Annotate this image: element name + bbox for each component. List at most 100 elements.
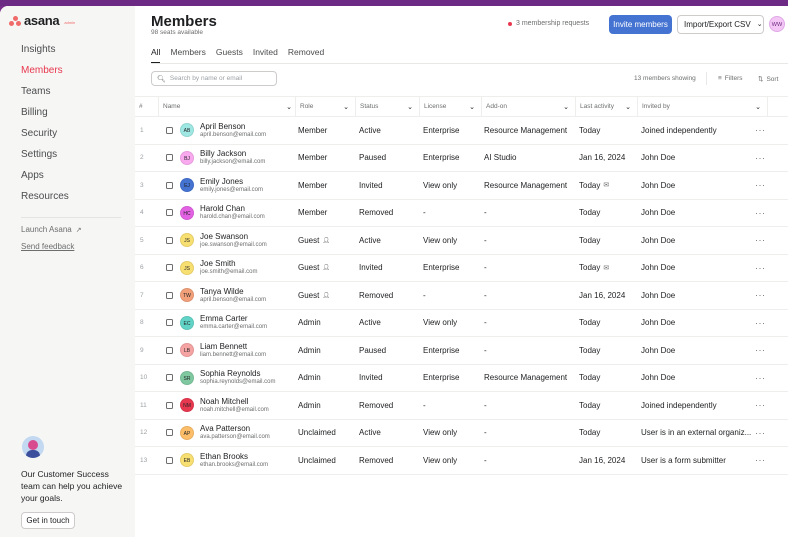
more-actions-icon[interactable]: ··· [755,337,775,364]
row-checkbox[interactable] [166,255,176,282]
table-row[interactable]: 2 BJ Billy Jackson billy.jackson@email.com M… [135,145,788,172]
member-role[interactable]: Unclaimed [298,447,358,474]
member-name-cell[interactable]: Joe Swanson joe.swanson@email.com [200,227,295,254]
get-in-touch-button[interactable]: Get in touch [21,512,75,529]
column-header-status[interactable]: Status ⌄ [355,97,419,116]
asana-logo[interactable]: asana admin [9,13,75,28]
member-addon[interactable]: - [484,255,579,282]
search-box[interactable]: 🔍︎ [151,71,277,86]
member-role[interactable]: Member [298,200,358,227]
more-actions-icon[interactable]: ··· [755,310,775,337]
row-checkbox[interactable] [166,145,176,172]
member-license[interactable]: - [423,392,483,419]
member-name-cell[interactable]: Ava Patterson ava.patterson@email.com [200,420,295,447]
row-checkbox[interactable] [166,200,176,227]
member-addon[interactable]: - [484,282,579,309]
more-actions-icon[interactable]: ··· [755,200,775,227]
member-addon[interactable]: - [484,310,579,337]
member-role[interactable]: Member [298,117,358,144]
member-license[interactable]: Enterprise [423,365,483,392]
member-role[interactable]: Unclaimed [298,420,358,447]
member-name-cell[interactable]: April Benson april.benson@email.com [200,117,295,144]
more-actions-icon[interactable]: ··· [755,227,775,254]
sidebar-item-security[interactable]: Security [0,123,135,144]
more-actions-icon[interactable]: ··· [755,365,775,392]
table-row[interactable]: 6 JS Joe Smith joe.smith@email.com Guest 👤︎ In… [135,255,788,282]
filters-button[interactable]: ≡ Filters [718,75,743,82]
member-role[interactable]: Guest 👤︎ [298,282,358,309]
tab-removed[interactable]: Removed [288,46,324,64]
more-actions-icon[interactable]: ··· [755,255,775,282]
row-checkbox[interactable] [166,337,176,364]
member-license[interactable]: View only [423,172,483,199]
member-name-cell[interactable]: Ethan Brooks ethan.brooks@email.com [200,447,295,474]
member-license[interactable]: View only [423,227,483,254]
table-row[interactable]: 7 TW Tanya Wilde april.benson@email.com Gues… [135,282,788,310]
tab-guests[interactable]: Guests [216,46,243,64]
membership-requests-link[interactable]: 3 membership requests [508,20,589,27]
column-header-addon[interactable]: Add-on ⌄ [481,97,575,116]
user-avatar[interactable]: WW [769,16,785,32]
column-header-license[interactable]: License ⌄ [419,97,481,116]
member-addon[interactable]: - [484,227,579,254]
column-header-invited[interactable]: Invited by ⌄ [637,97,767,116]
member-name-cell[interactable]: Emma Carter emma.carter@email.com [200,310,295,337]
member-addon[interactable]: Resource Management [484,365,579,392]
member-license[interactable]: Enterprise [423,337,483,364]
member-addon[interactable]: - [484,420,579,447]
table-row[interactable]: 3 EJ Emily Jones emily.jones@email.com Membe… [135,172,788,200]
table-row[interactable]: 8 EC Emma Carter emma.carter@email.com Admin… [135,310,788,337]
row-checkbox[interactable] [166,392,176,419]
member-license[interactable]: View only [423,420,483,447]
member-license[interactable]: Enterprise [423,255,483,282]
member-name-cell[interactable]: Billy Jackson billy.jackson@email.com [200,145,295,172]
member-name-cell[interactable]: Harold Chan harold.chan@email.com [200,200,295,227]
member-role[interactable]: Admin [298,337,358,364]
table-row[interactable]: 5 JS Joe Swanson joe.swanson@email.com Guest… [135,227,788,255]
member-role[interactable]: Admin [298,310,358,337]
member-license[interactable]: - [423,282,483,309]
more-actions-icon[interactable]: ··· [755,282,775,309]
search-input[interactable] [169,75,275,82]
table-row[interactable]: 13 EB Ethan Brooks ethan.brooks@email.com Un… [135,447,788,475]
sidebar-item-insights[interactable]: Insights [0,39,135,60]
tab-invited[interactable]: Invited [253,46,278,64]
member-addon[interactable]: - [484,392,579,419]
more-actions-icon[interactable]: ··· [755,447,775,474]
row-checkbox[interactable] [166,310,176,337]
more-actions-icon[interactable]: ··· [755,145,775,172]
member-role[interactable]: Admin [298,392,358,419]
row-checkbox[interactable] [166,420,176,447]
member-role[interactable]: Admin [298,365,358,392]
table-row[interactable]: 1 AB April Benson april.benson@email.com Mem… [135,117,788,145]
row-checkbox[interactable] [166,282,176,309]
column-header-activity[interactable]: Last activity ⌄ [575,97,637,116]
table-row[interactable]: 12 AP Ava Patterson ava.patterson@email.com… [135,420,788,447]
member-addon[interactable]: Resource Management [484,117,579,144]
tab-members[interactable]: Members [170,46,205,64]
member-name-cell[interactable]: Noah Mitchell noah.mitchell@email.com [200,392,295,419]
row-checkbox[interactable] [166,447,176,474]
member-name-cell[interactable]: Liam Bennett liam.bennett@email.com [200,337,295,364]
more-actions-icon[interactable]: ··· [755,420,775,447]
sidebar-item-resources[interactable]: Resources [0,186,135,207]
invite-members-button[interactable]: Invite members [609,15,672,34]
import-export-csv-button[interactable]: Import/Export CSV ⌄ [677,15,764,34]
more-actions-icon[interactable]: ··· [755,392,775,419]
member-name-cell[interactable]: Joe Smith joe.smith@email.com [200,255,295,282]
member-role[interactable]: Guest 👤︎ [298,227,358,254]
sidebar-item-apps[interactable]: Apps [0,165,135,186]
sort-button[interactable]: ⇅ Sort [758,75,778,84]
more-actions-icon[interactable]: ··· [755,172,775,199]
table-row[interactable]: 10 SR Sophia Reynolds sophia.reynolds@email… [135,365,788,392]
sidebar-item-teams[interactable]: Teams [0,81,135,102]
member-license[interactable]: - [423,200,483,227]
more-actions-icon[interactable]: ··· [755,117,775,144]
member-role[interactable]: Member [298,172,358,199]
member-role[interactable]: Guest 👤︎ [298,255,358,282]
row-checkbox[interactable] [166,172,176,199]
row-checkbox[interactable] [166,227,176,254]
column-header-role[interactable]: Role ⌄ [295,97,355,116]
row-checkbox[interactable] [166,365,176,392]
member-addon[interactable]: - [484,447,579,474]
